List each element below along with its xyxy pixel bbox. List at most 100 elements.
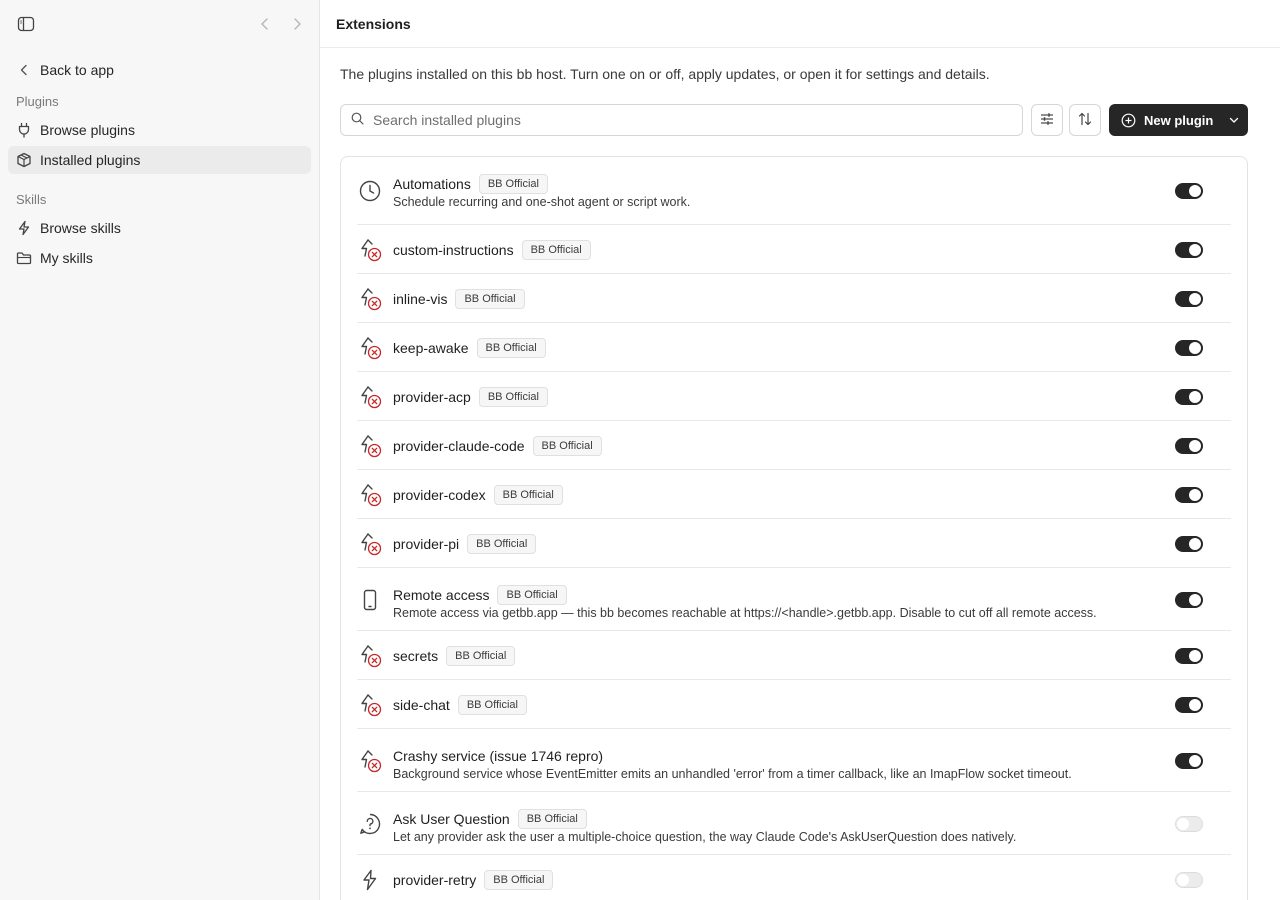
search-icon [351, 112, 373, 128]
plugin-name: secrets [393, 647, 439, 664]
official-badge: BB Official [446, 645, 516, 666]
plugin-name-line: provider-acp BB Official [393, 386, 548, 408]
plugin-name: Crashy service (issue 1746 repro) [393, 748, 604, 764]
plugin-row[interactable]: side-chat BB Official [357, 680, 1231, 729]
plugin-name: provider-claude-code [393, 437, 525, 454]
plugin-name-line: side-chat BB Official [393, 694, 527, 716]
chevron-down-icon[interactable] [1220, 104, 1248, 136]
plugin-enabled-toggle[interactable] [1175, 486, 1203, 503]
official-badge: BB Official [497, 585, 567, 605]
plugin-name: Ask User Question [393, 811, 510, 827]
page-description: The plugins installed on this bb host. T… [340, 66, 990, 82]
plugin-enabled-toggle[interactable] [1175, 388, 1203, 405]
plugin-description: Background service whose EventEmitter em… [393, 767, 1072, 781]
nav-back-icon[interactable] [255, 14, 275, 34]
sidebar-toggle-icon[interactable] [17, 16, 35, 32]
toggle-knob [1189, 341, 1201, 354]
plugins-section-heading: Plugins [16, 94, 59, 109]
toggle-knob [1189, 593, 1201, 606]
installed-plugins-label: Installed plugins [40, 152, 141, 168]
plugin-row[interactable]: provider-claude-code BB Official [357, 421, 1231, 470]
toggle-knob [1189, 488, 1201, 501]
plugin-row[interactable]: Crashy service (issue 1746 repro) Backgro… [357, 729, 1231, 792]
filter-button[interactable] [1031, 104, 1063, 136]
search-bar[interactable] [340, 104, 1023, 136]
plugin-row[interactable]: Remote access BB Official Remote access vi… [357, 568, 1231, 631]
official-badge: BB Official [521, 239, 591, 260]
plugin-name-line: provider-claude-code BB Official [393, 435, 602, 457]
search-input[interactable] [373, 112, 993, 128]
plugin-row[interactable]: custom-instructions BB Official [357, 225, 1231, 274]
toggle-knob [1177, 817, 1189, 830]
package-icon [16, 152, 32, 168]
toggle-knob [1189, 390, 1201, 403]
plugin-row[interactable]: Ask User Question BB Official Let any prov… [357, 792, 1231, 855]
plugin-description: Let any provider ask the user a multiple… [393, 830, 1017, 844]
toggle-knob [1177, 873, 1189, 886]
plugin-enabled-toggle[interactable] [1175, 752, 1203, 769]
plugin-name-line: keep-awake BB Official [393, 337, 546, 359]
plugin-enabled-toggle[interactable] [1175, 696, 1203, 713]
new-plugin-button[interactable]: New plugin [1109, 104, 1248, 136]
sidebar-item-browse-plugins[interactable]: Browse plugins [8, 116, 311, 144]
plugin-row[interactable]: provider-pi BB Official [357, 519, 1231, 568]
sort-button[interactable] [1069, 104, 1101, 136]
plugin-row[interactable]: provider-acp BB Official [357, 372, 1231, 421]
nav-forward-icon[interactable] [287, 14, 307, 34]
plugin-row[interactable]: provider-retry BB Official [357, 855, 1231, 900]
plugin-name: keep-awake [393, 339, 469, 356]
plugin-description: Schedule recurring and one-shot agent or… [393, 195, 691, 209]
plugin-name: provider-acp [393, 388, 471, 405]
toggle-knob [1189, 698, 1201, 711]
plugin-row[interactable]: provider-codex BB Official [357, 470, 1231, 519]
plugins-list: Automations BB Official Schedule recurring… [340, 156, 1248, 900]
official-badge: BB Official [478, 174, 548, 194]
official-badge: BB Official [467, 533, 537, 554]
back-to-app-link[interactable]: Back to app [8, 56, 311, 84]
plugin-enabled-toggle[interactable] [1175, 591, 1203, 608]
plug-icon [357, 867, 383, 893]
plugin-name-line: Crashy service (issue 1746 repro) [393, 745, 603, 767]
my-skills-label: My skills [40, 250, 93, 266]
plugin-enabled-toggle[interactable] [1175, 183, 1203, 199]
plugin-row[interactable]: keep-awake BB Official [357, 323, 1231, 372]
plugin-description: Remote access via getbb.app — this bb be… [393, 606, 1097, 620]
plus-circle-icon [1121, 113, 1136, 128]
plugin-name-line: provider-retry BB Official [393, 869, 554, 891]
plugin-name: provider-retry [393, 871, 477, 888]
toggle-knob [1189, 439, 1201, 452]
sidebar-item-my-skills[interactable]: My skills [8, 244, 311, 272]
plugin-enabled-toggle[interactable] [1175, 339, 1203, 356]
folder-icon [16, 250, 32, 266]
official-badge: BB Official [457, 694, 527, 715]
sidebar-item-installed-plugins[interactable]: Installed plugins [8, 146, 311, 174]
chevron-left-icon [16, 62, 32, 78]
plugin-enabled-toggle[interactable] [1175, 437, 1203, 454]
skills-section-heading: Skills [16, 192, 47, 207]
plugin-enabled-toggle[interactable] [1175, 241, 1203, 258]
phone-icon [357, 587, 383, 613]
toggle-knob [1189, 185, 1201, 197]
plugin-error-icon [357, 692, 383, 718]
official-badge: BB Official [532, 435, 602, 456]
plugin-name-line: secrets BB Official [393, 645, 516, 667]
plugin-error-icon [357, 643, 383, 669]
page-header: Extensions [320, 0, 1280, 48]
plugin-enabled-toggle[interactable] [1175, 647, 1203, 664]
plugin-enabled-toggle[interactable] [1175, 815, 1203, 832]
plugin-row[interactable]: inline-vis BB Official [357, 274, 1231, 323]
plugin-enabled-toggle[interactable] [1175, 290, 1203, 307]
plugin-name-line: Ask User Question BB Official [393, 808, 587, 830]
official-badge: BB Official [478, 386, 548, 407]
clock-icon [357, 178, 383, 204]
official-badge: BB Official [517, 809, 587, 829]
plugin-enabled-toggle[interactable] [1175, 871, 1203, 888]
back-to-app-label: Back to app [40, 62, 114, 78]
sidebar-item-browse-skills[interactable]: Browse skills [8, 214, 311, 242]
browse-skills-label: Browse skills [40, 220, 121, 236]
new-plugin-label: New plugin [1144, 112, 1214, 128]
plugin-error-icon [357, 286, 383, 312]
plugin-enabled-toggle[interactable] [1175, 535, 1203, 552]
plugin-row[interactable]: secrets BB Official [357, 631, 1231, 680]
plugin-row[interactable]: Automations BB Official Schedule recurring… [357, 157, 1231, 225]
